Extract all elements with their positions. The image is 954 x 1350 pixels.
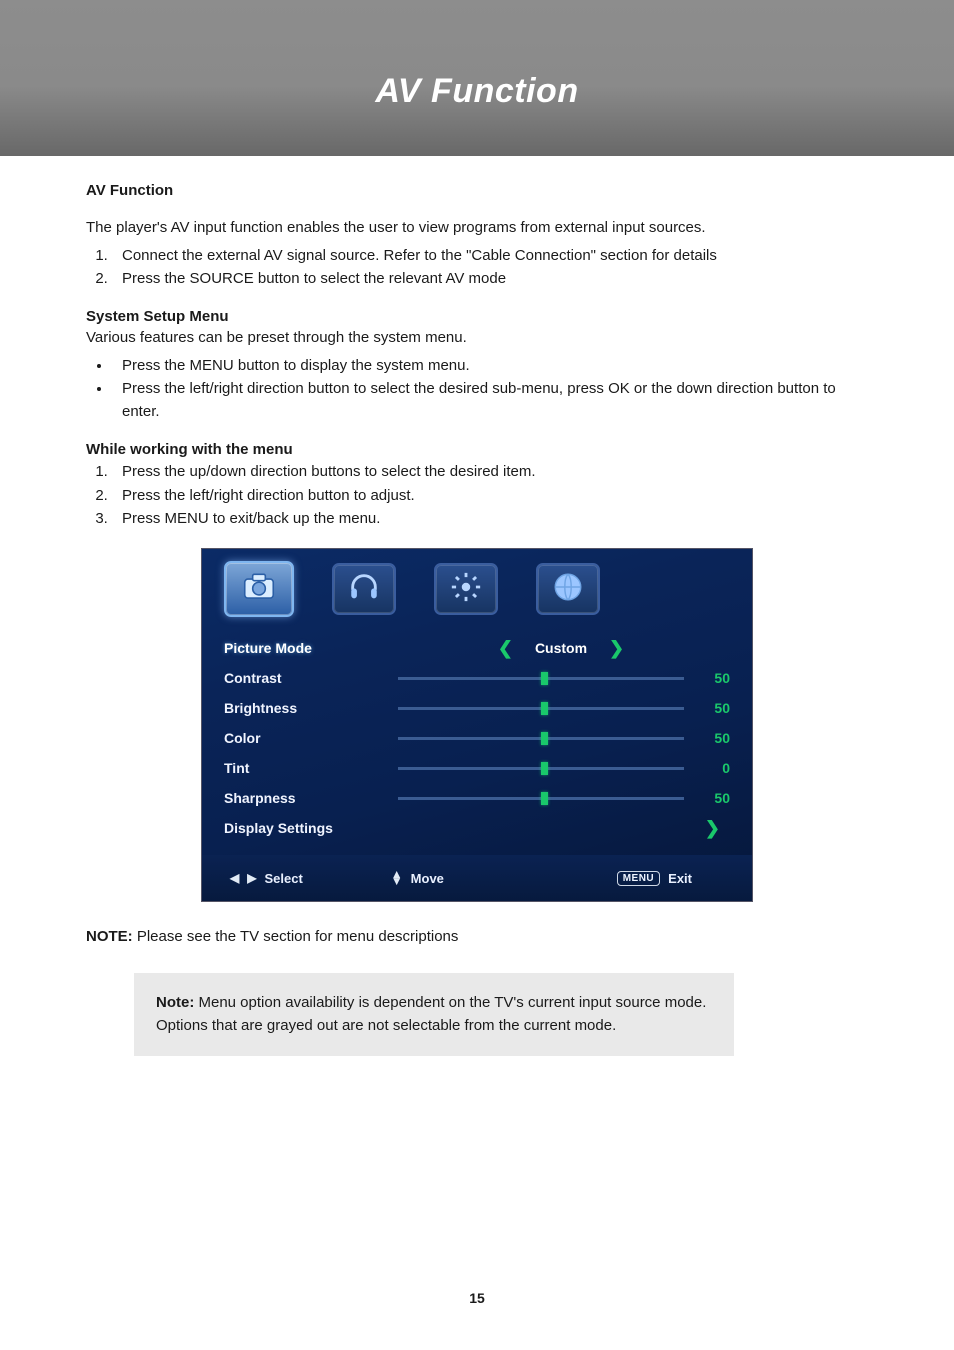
av-intro-text: The player's AV input function enables t… — [86, 217, 868, 240]
footer-select: ◀ ▶ Select — [230, 871, 303, 886]
row-color[interactable]: Color 50 — [224, 723, 730, 753]
row-display-settings[interactable]: Display Settings ❯ — [224, 813, 730, 843]
system-setup-heading: System Setup Menu — [86, 308, 868, 325]
system-setup-list: Press the MENU button to display the sys… — [86, 354, 868, 424]
note-box: Note: Menu option availability is depend… — [134, 973, 734, 1056]
sharpness-slider[interactable] — [398, 797, 684, 800]
tab-picture[interactable] — [224, 561, 294, 617]
brightness-value: 50 — [700, 700, 730, 716]
osd-footer: ◀ ▶ Select ▲ ▼ Move MENU Exit — [202, 855, 752, 901]
footer-select-label: Select — [264, 871, 302, 886]
tab-network[interactable] — [536, 563, 600, 615]
arrow-right-icon[interactable]: ❯ — [705, 818, 720, 839]
page-content: AV Function The player's AV input functi… — [0, 156, 954, 1076]
triangle-right-icon: ▶ — [247, 871, 256, 885]
row-picture-mode[interactable]: Picture Mode ❮ Custom ❯ — [224, 633, 730, 663]
footer-exit: MENU Exit — [617, 871, 692, 886]
row-label: Color — [224, 730, 392, 746]
color-slider[interactable] — [398, 737, 684, 740]
arrow-right-icon[interactable]: ❯ — [609, 639, 624, 657]
osd-body: Picture Mode ❮ Custom ❯ Contrast 50 Brig… — [202, 631, 752, 855]
row-label: Sharpness — [224, 790, 392, 806]
headphones-icon — [347, 570, 381, 608]
sharpness-value: 50 — [700, 790, 730, 806]
note-see-tv-section: NOTE: Please see the TV section for menu… — [86, 928, 868, 945]
row-sharpness[interactable]: Sharpness 50 — [224, 783, 730, 813]
note-box-label: Note: — [156, 994, 194, 1011]
contrast-value: 50 — [700, 670, 730, 686]
brightness-slider[interactable] — [398, 707, 684, 710]
row-label: Brightness — [224, 700, 392, 716]
setup-bullet: Press the MENU button to display the sys… — [112, 354, 868, 377]
row-label: Display Settings — [224, 820, 392, 836]
footer-move: ▲ ▼ Move — [391, 871, 444, 886]
row-tint[interactable]: Tint 0 — [224, 753, 730, 783]
footer-exit-label: Exit — [668, 871, 692, 886]
row-label: Tint — [224, 760, 392, 776]
contrast-slider[interactable] — [398, 677, 684, 680]
av-step: Connect the external AV signal source. R… — [112, 244, 868, 267]
triangle-down-icon: ▼ — [391, 878, 403, 885]
row-label: Picture Mode — [224, 640, 392, 656]
working-with-menu-heading: While working with the menu — [86, 441, 868, 458]
working-steps-list: Press the up/down direction buttons to s… — [86, 460, 868, 530]
tab-audio[interactable] — [332, 563, 396, 615]
picture-mode-value: Custom — [521, 640, 601, 656]
color-value: 50 — [700, 730, 730, 746]
footer-move-label: Move — [411, 871, 444, 886]
note-label: NOTE: — [86, 928, 133, 945]
menu-button-icon: MENU — [617, 871, 660, 886]
page-header-band: AV Function — [0, 0, 954, 156]
arrow-left-icon[interactable]: ❮ — [498, 639, 513, 657]
av-function-heading: AV Function — [86, 182, 868, 199]
note-text: Please see the TV section for menu descr… — [133, 928, 459, 945]
av-step: Press the SOURCE button to select the re… — [112, 267, 868, 290]
row-label: Contrast — [224, 670, 392, 686]
system-setup-intro: Various features can be preset through t… — [86, 327, 868, 350]
av-steps-list: Connect the external AV signal source. R… — [86, 244, 868, 291]
page-number: 15 — [0, 1290, 954, 1306]
working-step: Press MENU to exit/back up the menu. — [112, 507, 868, 530]
row-contrast[interactable]: Contrast 50 — [224, 663, 730, 693]
osd-tab-bar — [202, 549, 752, 631]
note-box-text: Menu option availability is dependent on… — [156, 994, 706, 1034]
page-title: AV Function — [0, 72, 954, 111]
globe-icon — [551, 570, 585, 608]
gear-icon — [449, 570, 483, 608]
setup-bullet: Press the left/right direction button to… — [112, 377, 868, 424]
tint-slider[interactable] — [398, 767, 684, 770]
tint-value: 0 — [700, 760, 730, 776]
osd-menu-screenshot: Picture Mode ❮ Custom ❯ Contrast 50 Brig… — [201, 548, 753, 902]
row-brightness[interactable]: Brightness 50 — [224, 693, 730, 723]
camera-icon — [240, 568, 278, 610]
triangle-left-icon: ◀ — [230, 871, 239, 885]
tab-settings[interactable] — [434, 563, 498, 615]
working-step: Press the left/right direction button to… — [112, 484, 868, 507]
working-step: Press the up/down direction buttons to s… — [112, 460, 868, 483]
